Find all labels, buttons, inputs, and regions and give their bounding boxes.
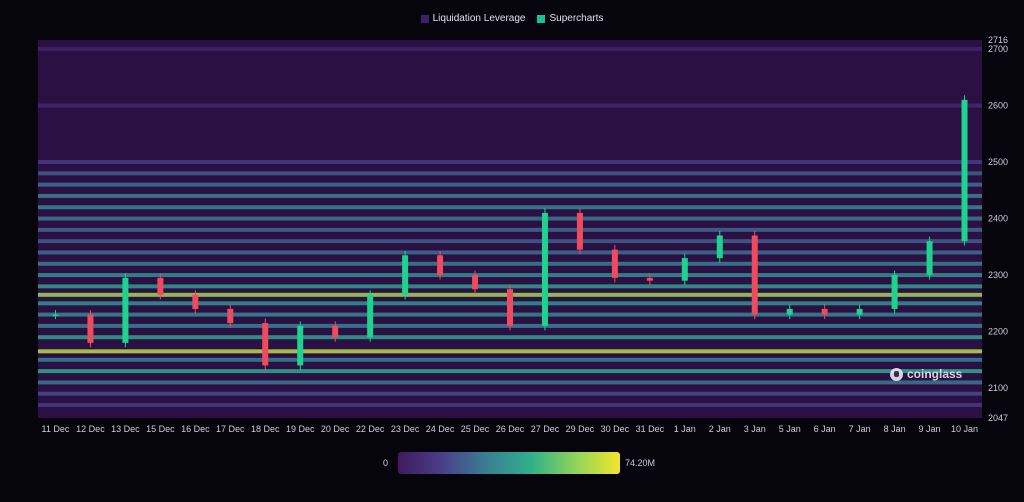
y-tick-label: 2700 bbox=[988, 44, 1008, 54]
x-tick-label: 22 Dec bbox=[356, 424, 385, 434]
liquidation-band bbox=[38, 273, 982, 278]
liquidation-band bbox=[38, 349, 982, 354]
x-tick-label: 19 Dec bbox=[286, 424, 315, 434]
heatmap-chart[interactable]: 2047 2100 2200 2300 2400 2500 2600 27002716 11 … bbox=[0, 0, 1024, 440]
liquidation-band bbox=[38, 227, 982, 232]
liquidation-band bbox=[38, 193, 982, 198]
x-tick-label: 27 Dec bbox=[531, 424, 560, 434]
price-candle bbox=[87, 314, 94, 343]
price-candle bbox=[891, 275, 898, 309]
y-tick-label: 2100 bbox=[988, 383, 1008, 393]
watermark-text: coinglass bbox=[907, 367, 963, 381]
x-tick-label: 31 Dec bbox=[636, 424, 665, 434]
y-tick-label: 2400 bbox=[988, 214, 1008, 224]
colorbar: 0 74.20M bbox=[380, 452, 660, 476]
liquidation-band bbox=[38, 403, 982, 408]
y-tick-label: 2047 bbox=[988, 413, 1008, 423]
liquidation-band bbox=[38, 47, 982, 52]
liquidation-band bbox=[38, 171, 982, 176]
x-tick-label: 13 Dec bbox=[111, 424, 140, 434]
x-axis: 11 Dec 12 Dec 13 Dec 15 Dec 16 Dec 17 Dec 18 D… bbox=[42, 424, 978, 434]
y-tick-label: 2300 bbox=[988, 270, 1008, 280]
price-candle bbox=[192, 294, 199, 309]
x-tick-label: 17 Dec bbox=[216, 424, 245, 434]
price-candle bbox=[541, 212, 548, 326]
liquidation-band bbox=[38, 239, 982, 244]
x-tick-label: 5 Jan bbox=[779, 424, 801, 434]
colorbar-gradient bbox=[398, 452, 620, 474]
price-candle bbox=[472, 275, 479, 290]
x-tick-label: 2 Jan bbox=[709, 424, 731, 434]
y-axis: 2047 2100 2200 2300 2400 2500 2600 27002716 bbox=[988, 35, 1008, 423]
x-tick-label: 20 Dec bbox=[321, 424, 350, 434]
price-candle bbox=[402, 255, 409, 295]
x-tick-label: 12 Dec bbox=[76, 424, 105, 434]
price-candle bbox=[716, 235, 723, 259]
y-tick-label: 2600 bbox=[988, 101, 1008, 111]
liquidation-band bbox=[38, 205, 982, 210]
y-tick-label: 2500 bbox=[988, 157, 1008, 167]
liquidation-band bbox=[38, 216, 982, 221]
x-tick-label: 18 Dec bbox=[251, 424, 280, 434]
price-candle bbox=[262, 323, 269, 366]
price-candle bbox=[157, 277, 164, 295]
colorbar-min-label: 0 bbox=[383, 458, 389, 468]
x-tick-label: 8 Jan bbox=[884, 424, 906, 434]
price-candle bbox=[856, 308, 863, 315]
x-tick-label: 15 Dec bbox=[146, 424, 175, 434]
chart-root: Liquidation Leverage Supercharts 2047 210… bbox=[0, 0, 1024, 502]
price-candle bbox=[122, 277, 129, 343]
price-candle bbox=[961, 99, 968, 242]
liquidation-band bbox=[38, 103, 982, 108]
coinglass-logo-icon bbox=[890, 367, 903, 381]
price-candle bbox=[227, 308, 234, 324]
price-candle bbox=[926, 241, 933, 276]
price-candle bbox=[437, 255, 444, 276]
price-candle bbox=[786, 308, 793, 315]
liquidation-band bbox=[38, 391, 982, 396]
liquidation-band bbox=[38, 250, 982, 255]
y-tick-label: 2716 bbox=[988, 35, 1008, 45]
x-tick-label: 3 Jan bbox=[744, 424, 766, 434]
x-tick-label: 9 Jan bbox=[919, 424, 941, 434]
price-candle bbox=[367, 294, 374, 338]
x-tick-label: 10 Jan bbox=[951, 424, 978, 434]
x-tick-label: 7 Jan bbox=[849, 424, 871, 434]
price-candle bbox=[751, 235, 758, 315]
liquidation-band bbox=[38, 160, 982, 165]
price-candle bbox=[646, 277, 653, 281]
x-tick-label: 11 Dec bbox=[42, 424, 70, 434]
x-tick-label: 23 Dec bbox=[391, 424, 420, 434]
colorbar-max-label: 74.20M bbox=[625, 458, 656, 468]
x-tick-label: 29 Dec bbox=[566, 424, 595, 434]
liquidation-band bbox=[38, 357, 982, 362]
price-candle bbox=[332, 325, 339, 338]
x-tick-label: 6 Jan bbox=[814, 424, 836, 434]
price-candle bbox=[507, 289, 513, 326]
liquidation-band bbox=[38, 182, 982, 187]
liquidation-band bbox=[38, 335, 982, 340]
x-tick-label: 24 Dec bbox=[426, 424, 455, 434]
x-tick-label: 30 Dec bbox=[601, 424, 630, 434]
price-candle bbox=[821, 308, 828, 315]
x-tick-label: 1 Jan bbox=[674, 424, 696, 434]
price-candle bbox=[611, 249, 618, 278]
price-candle bbox=[576, 212, 583, 250]
price-candle bbox=[681, 258, 688, 281]
coinglass-watermark: coinglass bbox=[890, 367, 962, 381]
price-candle bbox=[52, 314, 59, 317]
price-candle bbox=[297, 325, 304, 366]
x-tick-label: 25 Dec bbox=[461, 424, 490, 434]
liquidation-band bbox=[38, 261, 982, 266]
x-tick-label: 26 Dec bbox=[496, 424, 525, 434]
liquidation-band bbox=[38, 380, 982, 385]
liquidation-band bbox=[38, 369, 982, 374]
y-tick-label: 2200 bbox=[988, 327, 1008, 337]
x-tick-label: 16 Dec bbox=[181, 424, 210, 434]
